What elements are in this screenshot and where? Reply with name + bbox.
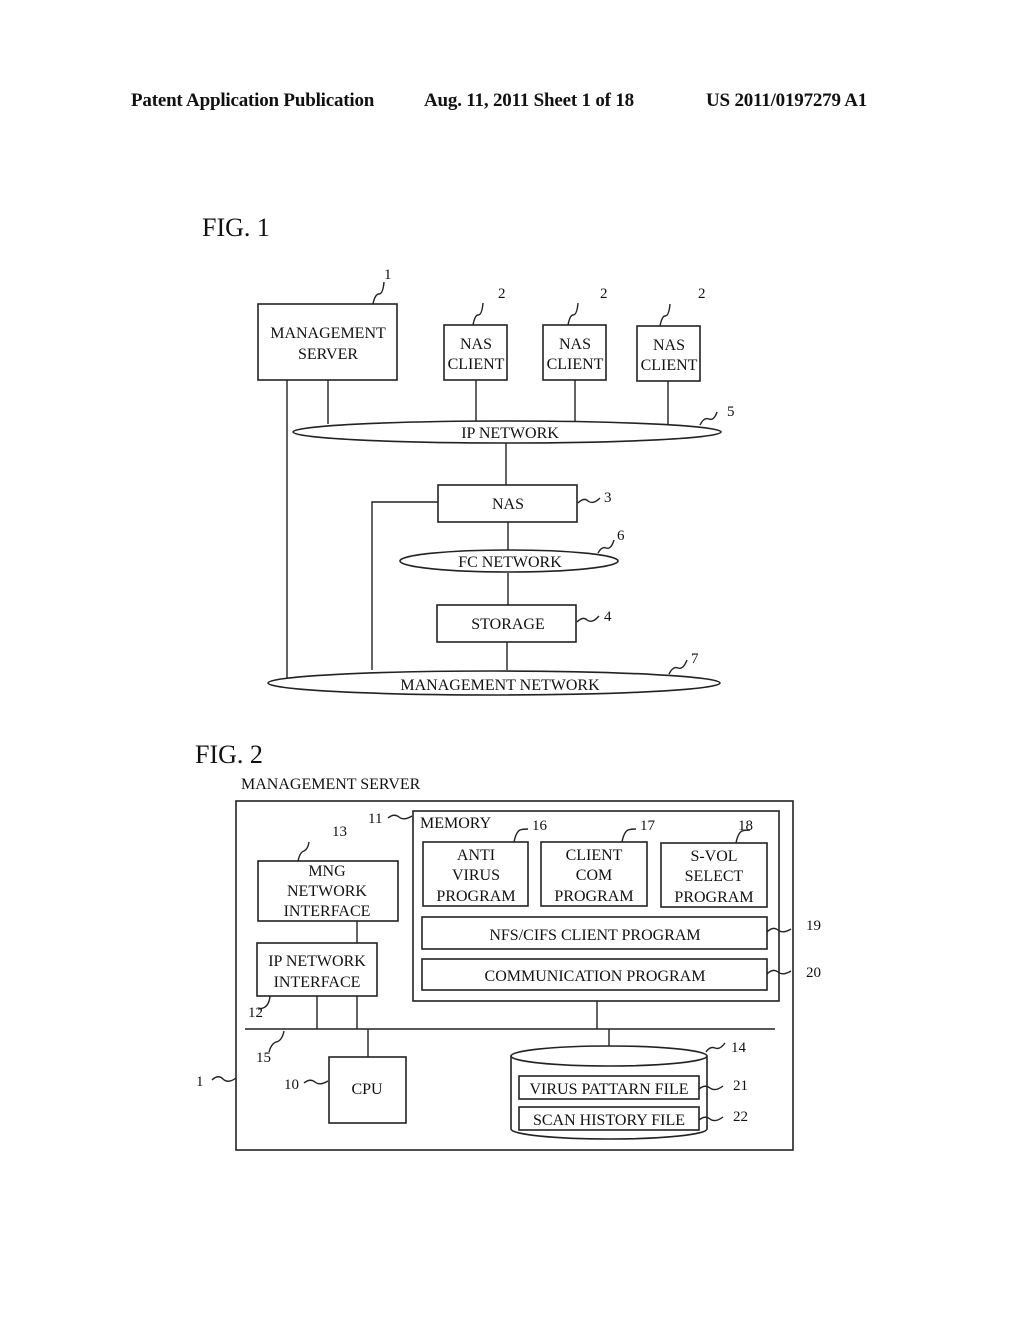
ref-leader <box>668 659 688 675</box>
scan-history-file-label: SCAN HISTORY FILE <box>533 1112 685 1129</box>
program-label: CLIENT <box>566 847 623 864</box>
nas-client-label: NAS <box>559 336 591 353</box>
program-label: PROGRAM <box>554 888 633 905</box>
patent-figures: FIG. 1 MANAGEMENT SERVER 1 NAS CLIENT 2 … <box>195 213 821 1151</box>
ref-2: 2 <box>498 286 506 302</box>
ref-1: 1 <box>196 1074 204 1090</box>
fig1-title: FIG. 1 <box>202 213 270 242</box>
mng-if-label: INTERFACE <box>284 903 371 920</box>
nas-client-2: NAS CLIENT 2 <box>542 286 608 381</box>
cpu-label: CPU <box>351 1081 383 1098</box>
mng-if-label: MNG <box>308 863 346 880</box>
ref-13: 13 <box>332 824 347 840</box>
program-label: COMMUNICATION PROGRAM <box>485 968 706 985</box>
nas-client-1: NAS CLIENT 2 <box>443 286 508 381</box>
ref-14: 14 <box>731 1040 747 1056</box>
ref-leader <box>372 281 385 305</box>
management-network-label: MANAGEMENT NETWORK <box>400 677 600 694</box>
ref-3: 3 <box>604 490 612 506</box>
ip-network-label: IP NETWORK <box>461 425 559 442</box>
fig2: FIG. 2 MANAGEMENT SERVER 1 15 MEMORY 11 … <box>195 740 821 1151</box>
ref-leader <box>597 539 615 554</box>
program-label: NFS/CIFS CLIENT PROGRAM <box>489 927 700 944</box>
nas-client-3: NAS CLIENT 2 <box>636 286 706 382</box>
nas-client-label: NAS <box>460 336 492 353</box>
mng-if-label: NETWORK <box>287 883 367 900</box>
storage-label: STORAGE <box>471 616 545 633</box>
nas-client-label: CLIENT <box>547 356 604 373</box>
ref-20: 20 <box>806 965 821 981</box>
ref-1: 1 <box>384 267 392 283</box>
program-label: SELECT <box>685 868 744 885</box>
nas-client-label: CLIENT <box>448 356 505 373</box>
program-label: COM <box>576 867 612 884</box>
ref-leader <box>577 497 601 504</box>
ref-leader <box>211 1076 237 1082</box>
management-server-box <box>257 303 398 381</box>
fig2-title: FIG. 2 <box>195 740 263 769</box>
ref-5: 5 <box>727 404 735 420</box>
ref-17: 17 <box>640 818 656 834</box>
fig1: FIG. 1 MANAGEMENT SERVER 1 NAS CLIENT 2 … <box>202 213 735 696</box>
management-server-label-2: SERVER <box>298 346 358 363</box>
ref-2: 2 <box>698 286 706 302</box>
ref-10: 10 <box>284 1077 299 1093</box>
ip-if-label: IP NETWORK <box>268 953 366 970</box>
nfs-cifs-client-program: NFS/CIFS CLIENT PROGRAM 19 <box>421 916 821 950</box>
program-label: PROGRAM <box>436 888 515 905</box>
nas-client-label: CLIENT <box>641 357 698 374</box>
fig2-caption: MANAGEMENT SERVER <box>241 776 421 793</box>
ip-if-label: INTERFACE <box>274 974 361 991</box>
ref-12: 12 <box>248 1005 263 1021</box>
fc-network-label: FC NETWORK <box>458 554 562 571</box>
ref-7: 7 <box>691 651 699 667</box>
ref-15: 15 <box>256 1050 271 1066</box>
program-label: VIRUS <box>452 867 500 884</box>
ref-4: 4 <box>604 609 612 625</box>
nas-label: NAS <box>492 496 524 513</box>
nas-client-label: NAS <box>653 337 685 354</box>
ref-19: 19 <box>806 918 821 934</box>
program-label: PROGRAM <box>674 889 753 906</box>
management-server-label-1: MANAGEMENT <box>270 325 386 342</box>
ref-leader <box>576 615 600 623</box>
ref-leader <box>699 411 718 426</box>
program-label: S-VOL <box>690 848 737 865</box>
program-label: ANTI <box>457 847 495 864</box>
ref-6: 6 <box>617 528 625 544</box>
communication-program: COMMUNICATION PROGRAM 20 <box>421 958 821 991</box>
ref-22: 22 <box>733 1109 748 1125</box>
ref-11: 11 <box>368 811 382 827</box>
virus-pattern-file-label: VIRUS PATTARN FILE <box>529 1081 688 1098</box>
ref-2: 2 <box>600 286 608 302</box>
nas-to-mgmt-line <box>371 501 438 670</box>
memory-label: MEMORY <box>420 815 492 832</box>
ref-16: 16 <box>532 818 548 834</box>
ref-18: 18 <box>738 818 753 834</box>
ref-21: 21 <box>733 1078 748 1094</box>
